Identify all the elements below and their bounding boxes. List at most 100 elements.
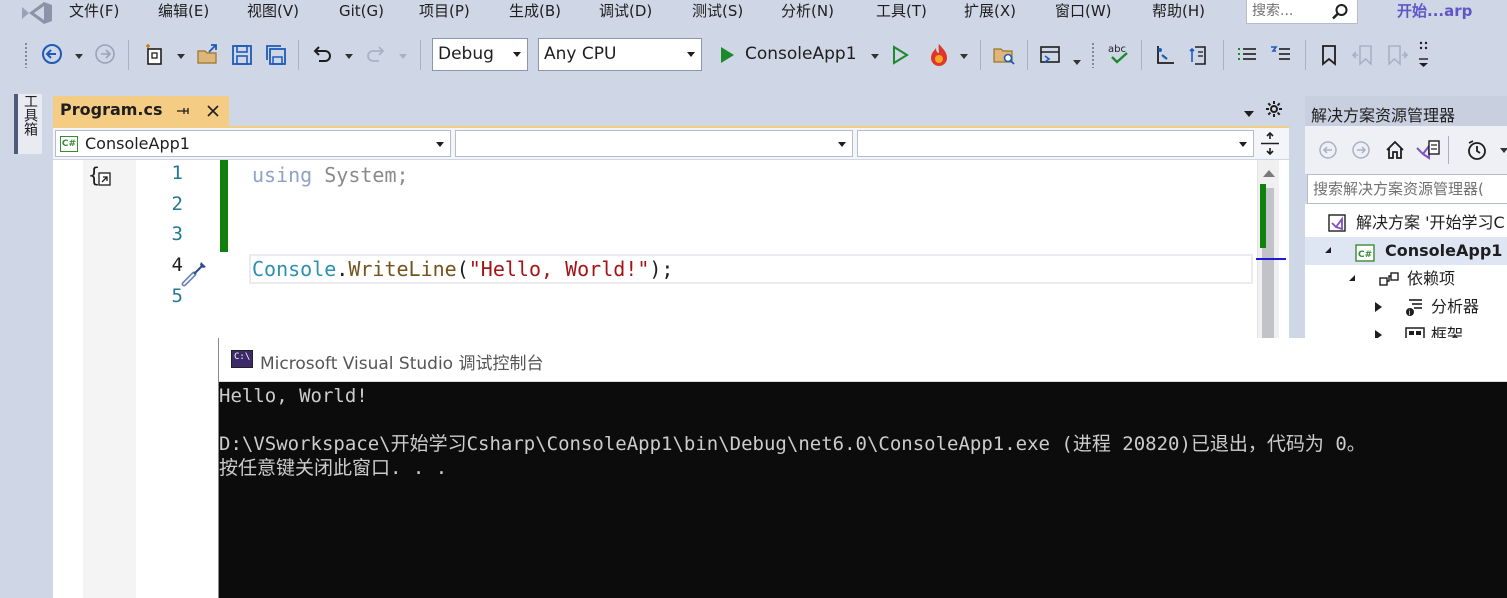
- chevron-down-icon[interactable]: [177, 54, 185, 59]
- toolbar-overflow-icon[interactable]: [1414, 38, 1434, 72]
- home-icon[interactable]: [1383, 138, 1407, 162]
- code-line-1[interactable]: using System;: [252, 160, 409, 190]
- menu-extensions[interactable]: 扩展(X): [964, 0, 1016, 24]
- solution-name-badge[interactable]: 开始...arp: [1397, 0, 1472, 24]
- tree-item-analyzers[interactable]: i 分析器: [1305, 293, 1507, 321]
- type-nav-select[interactable]: [455, 130, 853, 157]
- redo-icon[interactable]: [363, 42, 389, 68]
- feature-search-box[interactable]: [1246, 0, 1358, 24]
- menu-build[interactable]: 生成(B): [509, 0, 561, 24]
- new-project-icon[interactable]: [142, 42, 168, 68]
- chevron-down-icon[interactable]: [1073, 60, 1081, 65]
- undo-icon[interactable]: [309, 42, 335, 68]
- solution-explorer-header[interactable]: 解决方案资源管理器: [1305, 96, 1507, 126]
- comment-lines-icon[interactable]: [1234, 42, 1260, 68]
- toolbar-grip[interactable]: [24, 42, 28, 68]
- menu-debug[interactable]: 调试(D): [599, 0, 652, 24]
- svg-text:{: {: [88, 164, 100, 187]
- indicator-margin[interactable]: [53, 160, 83, 598]
- uncomment-lines-icon[interactable]: [1268, 42, 1294, 68]
- chevron-down-icon[interactable]: [75, 54, 83, 59]
- window-layout-icon[interactable]: [1037, 42, 1063, 68]
- chevron-down-icon[interactable]: [399, 54, 407, 59]
- solution-search-input[interactable]: [1308, 175, 1507, 203]
- toolbar-separator: [980, 40, 981, 70]
- chevron-down-icon[interactable]: [345, 54, 353, 59]
- solution-platform-select[interactable]: Any CPU: [538, 38, 702, 71]
- menu-bar: 文件(F) 编辑(E) 视图(V) Git(G) 项目(P) 生成(B) 调试(…: [0, 0, 1507, 26]
- scroll-up-arrow-icon[interactable]: [1263, 170, 1275, 177]
- save-all-icon[interactable]: [263, 42, 289, 68]
- menu-project[interactable]: 项目(P): [419, 0, 470, 24]
- menu-git[interactable]: Git(G): [339, 0, 384, 24]
- split-window-icon[interactable]: [1257, 130, 1283, 157]
- menu-analyze[interactable]: 分析(N): [781, 0, 834, 24]
- forward-icon[interactable]: [1350, 139, 1372, 161]
- toolbar-separator: [298, 40, 299, 70]
- scrollbar-caret-marker: [1256, 258, 1286, 260]
- bookmark-icon[interactable]: [1316, 42, 1342, 68]
- open-file-icon[interactable]: [195, 42, 221, 68]
- quick-actions-screwdriver-icon[interactable]: [181, 259, 209, 291]
- menu-file[interactable]: 文件(F): [69, 0, 119, 24]
- start-debugging-icon[interactable]: [716, 43, 738, 67]
- menu-window[interactable]: 窗口(W): [1055, 0, 1112, 24]
- gear-icon[interactable]: [1265, 100, 1283, 122]
- back-icon[interactable]: [1317, 139, 1339, 161]
- collapsed-chevron-icon[interactable]: [1375, 302, 1382, 312]
- start-without-debugging-icon[interactable]: [889, 43, 911, 67]
- hot-reload-icon[interactable]: [925, 41, 953, 69]
- format-document-icon[interactable]: [1186, 42, 1212, 68]
- toolbar-grip[interactable]: [1091, 42, 1095, 68]
- previous-bookmark-icon[interactable]: [1350, 42, 1376, 68]
- solution-configuration-select[interactable]: Debug: [432, 38, 528, 71]
- tree-item-solution[interactable]: 解决方案 '开始学习C: [1305, 209, 1507, 237]
- navigate-back-icon[interactable]: [40, 42, 64, 66]
- console-title-bar[interactable]: C:\ Microsoft Visual Studio 调试控制台: [219, 338, 1507, 382]
- switch-views-icon[interactable]: [1415, 138, 1441, 162]
- menu-help[interactable]: 帮助(H): [1152, 0, 1205, 24]
- chevron-down-icon[interactable]: [1500, 148, 1507, 153]
- navigate-forward-icon[interactable]: [93, 42, 117, 66]
- menu-edit[interactable]: 编辑(E): [158, 0, 209, 24]
- code-line-4[interactable]: Console.WriteLine("Hello, World!");: [252, 254, 673, 284]
- find-in-files-folder-icon[interactable]: [991, 42, 1017, 68]
- expanded-chevron-icon[interactable]: [1349, 275, 1355, 281]
- pin-icon[interactable]: [177, 104, 191, 122]
- next-bookmark-icon[interactable]: [1384, 42, 1410, 68]
- step-into-icon[interactable]: [1152, 42, 1178, 68]
- toolbar-separator: [1027, 40, 1028, 70]
- console-output[interactable]: Hello, World! D:\VSworkspace\开始学习Csharp\…: [219, 382, 1507, 598]
- svg-text:abc: abc: [1108, 44, 1126, 55]
- member-nav-select[interactable]: [857, 130, 1254, 157]
- toolbar-separator: [1448, 136, 1449, 164]
- selection-margin[interactable]: [83, 160, 136, 598]
- project-nav-select[interactable]: C# ConsoleApp1: [55, 130, 451, 157]
- save-icon[interactable]: [229, 42, 255, 68]
- toolbar-separator: [1141, 40, 1142, 70]
- visual-studio-logo-icon: [20, 1, 54, 25]
- chevron-down-icon[interactable]: [871, 54, 879, 59]
- pending-changes-filter-icon[interactable]: [1465, 138, 1489, 162]
- close-icon[interactable]: [205, 103, 221, 123]
- tab-list-dropdown-icon[interactable]: [1243, 106, 1255, 122]
- line-number: 4: [171, 254, 183, 276]
- spell-check-icon[interactable]: abc: [1105, 40, 1133, 68]
- toolbox-tab-label[interactable]: 工具箱: [18, 94, 38, 136]
- console-app-icon: C:\: [231, 350, 253, 368]
- tab-program-cs[interactable]: Program.cs: [53, 96, 229, 126]
- console-app-icon-text: C:\: [234, 352, 251, 362]
- menu-test[interactable]: 测试(S): [692, 0, 743, 24]
- feature-search-input[interactable]: [1252, 1, 1322, 21]
- debug-console-window[interactable]: C:\ Microsoft Visual Studio 调试控制台 Hello,…: [218, 338, 1507, 598]
- solution-configuration-value: Debug: [438, 44, 494, 64]
- menu-tools[interactable]: 工具(T): [876, 0, 927, 24]
- tree-item-project[interactable]: C# ConsoleApp1: [1305, 237, 1507, 265]
- expanded-chevron-icon[interactable]: [1325, 247, 1331, 253]
- chevron-down-icon[interactable]: [960, 54, 968, 59]
- solution-explorer-search[interactable]: [1307, 174, 1507, 204]
- start-debugging-button[interactable]: ConsoleApp1: [745, 44, 857, 64]
- tree-item-dependencies[interactable]: 依赖项: [1305, 265, 1507, 293]
- tree-item-label: 分析器: [1431, 297, 1480, 316]
- menu-view[interactable]: 视图(V): [247, 0, 299, 24]
